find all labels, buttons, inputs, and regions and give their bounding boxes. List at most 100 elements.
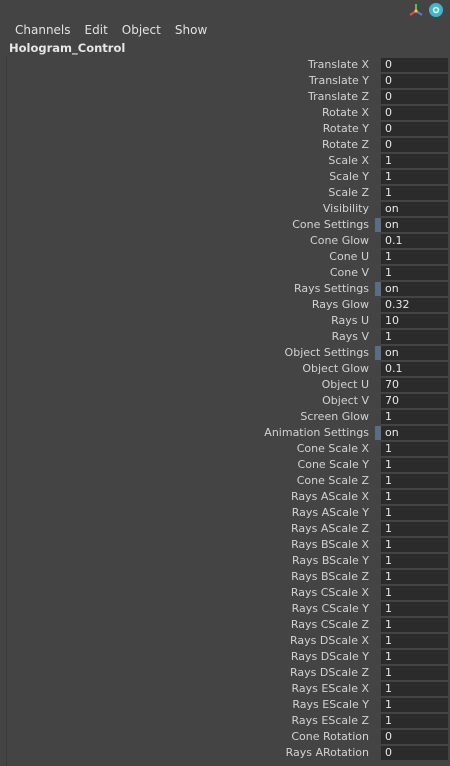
attribute-value-field[interactable]: 1	[381, 154, 448, 168]
attribute-row[interactable]: Screen Glow 1	[0, 409, 450, 425]
attribute-value-field[interactable]: 0	[381, 730, 448, 744]
attribute-row[interactable]: Rays DScale Z 1	[0, 665, 450, 681]
attribute-value-field[interactable]: 0	[381, 138, 448, 152]
attribute-row[interactable]: Translate Y 0	[0, 73, 450, 89]
attribute-value-field[interactable]: 1	[381, 474, 448, 488]
attribute-value-field[interactable]: 1	[381, 266, 448, 280]
attribute-row[interactable]: Rotate Z 0	[0, 137, 450, 153]
attribute-row[interactable]: Cone U 1	[0, 249, 450, 265]
attribute-value-field[interactable]: 1	[381, 250, 448, 264]
attribute-value-field[interactable]: on	[381, 202, 448, 216]
attribute-value-field[interactable]: 0	[381, 106, 448, 120]
attribute-value-field[interactable]: on	[381, 346, 448, 360]
attribute-value-field[interactable]: 1	[381, 698, 448, 712]
attribute-value-field[interactable]: 0	[381, 746, 448, 760]
attribute-value-field[interactable]: 1	[381, 506, 448, 520]
attribute-value-field[interactable]: on	[381, 426, 448, 440]
menu-object[interactable]: Object	[115, 23, 168, 37]
attribute-value-field[interactable]: 1	[381, 666, 448, 680]
attribute-row[interactable]: Animation Settings on	[0, 425, 450, 441]
attribute-value-field[interactable]: 70	[381, 394, 448, 408]
attribute-value-field[interactable]: 10	[381, 314, 448, 328]
attribute-value-field[interactable]: 1	[381, 458, 448, 472]
attribute-row[interactable]: Visibility on	[0, 201, 450, 217]
attribute-value-field[interactable]: on	[381, 282, 448, 296]
attribute-row[interactable]: Rays CScale X 1	[0, 585, 450, 601]
attribute-row[interactable]: Rays Glow 0.32	[0, 297, 450, 313]
attribute-value-field[interactable]: 1	[381, 330, 448, 344]
attribute-row[interactable]: Object V 70	[0, 393, 450, 409]
attribute-value-field[interactable]: 0	[381, 90, 448, 104]
attribute-label: Rays EScale Z	[291, 714, 369, 727]
attribute-row[interactable]: Rays AScale Z 1	[0, 521, 450, 537]
attribute-value-field[interactable]: 1	[381, 602, 448, 616]
attribute-row[interactable]: Rays EScale Y 1	[0, 697, 450, 713]
attribute-value-field[interactable]: 1	[381, 714, 448, 728]
attribute-value-field[interactable]: 0	[381, 122, 448, 136]
attribute-label: Rotate Y	[322, 122, 369, 135]
axis-gizmo-icon[interactable]	[408, 2, 424, 18]
attribute-label: Rays BScale X	[291, 538, 369, 551]
attribute-value-field[interactable]: 1	[381, 586, 448, 600]
attribute-row[interactable]: Scale Z 1	[0, 185, 450, 201]
attribute-row[interactable]: Object Settings on	[0, 345, 450, 361]
attribute-value-field[interactable]: on	[381, 218, 448, 232]
attribute-row[interactable]: Rotate Y 0	[0, 121, 450, 137]
attribute-row[interactable]: Rays Settings on	[0, 281, 450, 297]
attribute-row[interactable]: Scale X 1	[0, 153, 450, 169]
attribute-value-field[interactable]: 1	[381, 442, 448, 456]
attribute-row[interactable]: Rays ARotation 0	[0, 745, 450, 761]
attribute-row[interactable]: Rays AScale Y 1	[0, 505, 450, 521]
attribute-value-field[interactable]: 1	[381, 490, 448, 504]
node-name[interactable]: Hologram_Control	[9, 41, 125, 55]
attribute-row[interactable]: Cone V 1	[0, 265, 450, 281]
attribute-row[interactable]: Rays DScale Y 1	[0, 649, 450, 665]
attribute-row[interactable]: Cone Scale Y 1	[0, 457, 450, 473]
attribute-row[interactable]: Translate X 0	[0, 57, 450, 73]
attribute-row[interactable]: Rotate X 0	[0, 105, 450, 121]
attribute-value-field[interactable]: 0.1	[381, 234, 448, 248]
attribute-value-field[interactable]: 1	[381, 634, 448, 648]
attribute-value-field[interactable]: 1	[381, 570, 448, 584]
attribute-row[interactable]: Translate Z 0	[0, 89, 450, 105]
attribute-row[interactable]: Cone Glow 0.1	[0, 233, 450, 249]
attribute-label: Translate Y	[308, 74, 369, 87]
attribute-value-field[interactable]: 0.1	[381, 362, 448, 376]
attribute-row[interactable]: Rays DScale X 1	[0, 633, 450, 649]
attribute-value-field[interactable]: 1	[381, 170, 448, 184]
attribute-value-field[interactable]: 1	[381, 410, 448, 424]
attribute-row[interactable]: Rays AScale X 1	[0, 489, 450, 505]
attribute-row[interactable]: Rays BScale Y 1	[0, 553, 450, 569]
attribute-row[interactable]: Rays EScale X 1	[0, 681, 450, 697]
attribute-value-field[interactable]: 1	[381, 618, 448, 632]
attribute-value-field[interactable]: 0.32	[381, 298, 448, 312]
attribute-value-field[interactable]: 1	[381, 522, 448, 536]
attribute-value-field[interactable]: 0	[381, 58, 448, 72]
attribute-row[interactable]: Cone Scale X 1	[0, 441, 450, 457]
attribute-row[interactable]: Cone Scale Z 1	[0, 473, 450, 489]
attribute-value-field[interactable]: 1	[381, 538, 448, 552]
attribute-row[interactable]: Object Glow 0.1	[0, 361, 450, 377]
attribute-row[interactable]: Object U 70	[0, 377, 450, 393]
attribute-row[interactable]: Rays U 10	[0, 313, 450, 329]
attribute-row[interactable]: Rays EScale Z 1	[0, 713, 450, 729]
attribute-row[interactable]: Cone Rotation 0	[0, 729, 450, 745]
attribute-value-field[interactable]: 1	[381, 554, 448, 568]
attribute-value-field[interactable]: 1	[381, 186, 448, 200]
attribute-value-field[interactable]: 70	[381, 378, 448, 392]
attribute-row[interactable]: Rays V 1	[0, 329, 450, 345]
attribute-value-field[interactable]: 1	[381, 682, 448, 696]
attribute-value-field[interactable]: 1	[381, 650, 448, 664]
attribute-row[interactable]: Rays BScale X 1	[0, 537, 450, 553]
attribute-row[interactable]: Rays CScale Z 1	[0, 617, 450, 633]
menu-edit[interactable]: Edit	[78, 23, 115, 37]
attribute-row[interactable]: Rays CScale Y 1	[0, 601, 450, 617]
menu-show[interactable]: Show	[168, 23, 214, 37]
menu-channels[interactable]: Channels	[8, 23, 78, 37]
attribute-row[interactable]: Rays BScale Z 1	[0, 569, 450, 585]
attribute-label: Scale Y	[329, 170, 369, 183]
attribute-row[interactable]: Cone Settings on	[0, 217, 450, 233]
attribute-value-field[interactable]: 0	[381, 74, 448, 88]
help-globe-icon[interactable]	[428, 2, 444, 18]
attribute-row[interactable]: Scale Y 1	[0, 169, 450, 185]
